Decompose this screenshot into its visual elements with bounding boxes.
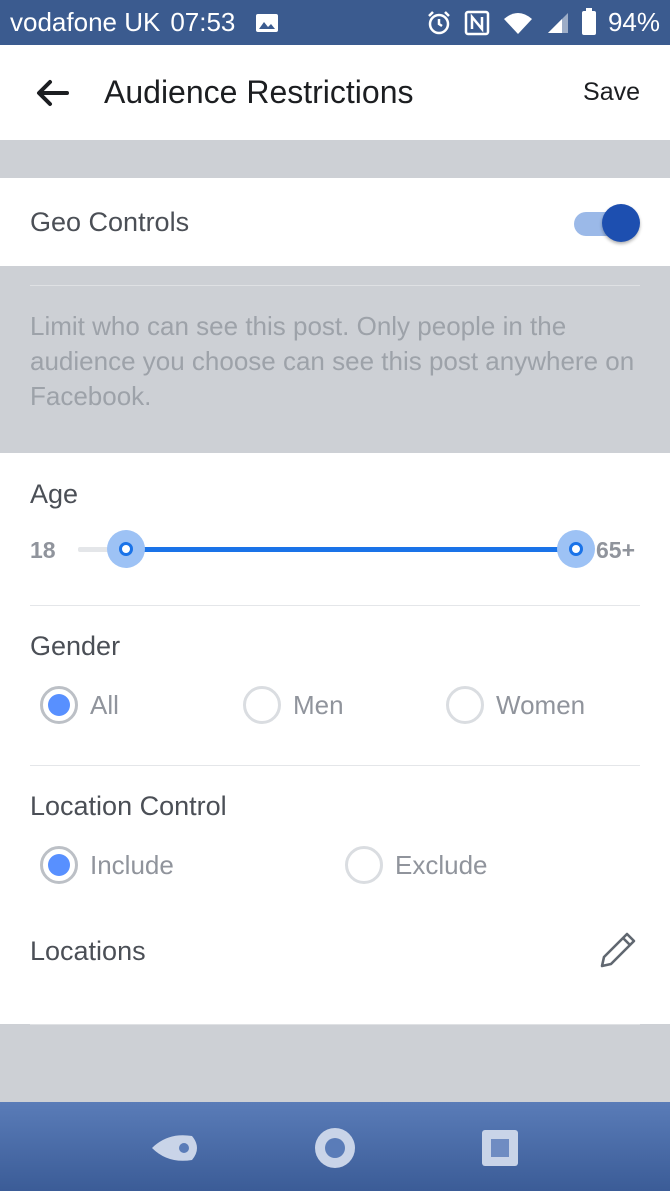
nav-home-button[interactable]	[309, 1124, 361, 1172]
gender-option-all[interactable]: All	[40, 686, 119, 724]
pencil-icon	[600, 932, 636, 968]
locations-label: Locations	[30, 936, 146, 966]
radio-circle	[446, 686, 484, 724]
save-button[interactable]: Save	[583, 78, 640, 107]
home-icon	[315, 1128, 355, 1168]
arrow-left-icon	[37, 79, 69, 106]
recents-icon	[482, 1130, 518, 1166]
divider	[30, 605, 640, 606]
geo-description: Limit who can see this post. Only people…	[30, 311, 635, 411]
divider	[30, 1024, 640, 1025]
bottom-panel	[0, 1024, 670, 1102]
age-min-thumb[interactable]	[107, 530, 145, 568]
audience-settings: Age 18 65+ Gender All Men Women Location…	[0, 453, 670, 1024]
toggle-knob	[602, 204, 640, 242]
location-option-exclude[interactable]: Exclude	[345, 846, 488, 884]
battery-icon	[581, 7, 596, 35]
location-option-include[interactable]: Include	[40, 846, 174, 884]
status-bar: vodafone UK 07:53 94%	[0, 0, 670, 45]
gender-label: Gender	[30, 631, 121, 661]
radio-circle	[345, 846, 383, 884]
gender-option-women[interactable]: Women	[446, 686, 585, 724]
gender-option-label: Men	[293, 689, 344, 720]
age-min-label: 18	[30, 537, 56, 563]
geo-controls-row: Geo Controls	[0, 178, 670, 266]
wifi-icon	[502, 10, 534, 36]
edit-locations-button[interactable]	[596, 928, 640, 972]
geo-controls-toggle[interactable]	[572, 202, 640, 242]
location-option-label: Exclude	[395, 849, 488, 880]
alarm-icon	[426, 10, 452, 36]
divider	[30, 285, 640, 286]
gender-option-label: All	[90, 689, 119, 720]
age-max-label: 65+	[596, 537, 636, 563]
battery-percent: 94%	[607, 7, 660, 37]
radio-circle	[243, 686, 281, 724]
gender-radio-group: All Men Women	[0, 686, 670, 736]
divider	[30, 765, 640, 766]
status-time: 07:53	[170, 7, 236, 37]
system-nav-bar	[0, 1102, 670, 1191]
radio-circle	[40, 846, 78, 884]
age-max-thumb[interactable]	[557, 530, 595, 568]
back-icon	[152, 1135, 197, 1161]
carrier-name: vodafone UK	[10, 7, 161, 37]
signal-icon	[546, 11, 570, 35]
location-option-label: Include	[90, 849, 174, 880]
nav-back-button[interactable]	[148, 1124, 200, 1172]
back-button[interactable]	[22, 63, 82, 123]
image-icon	[255, 13, 279, 33]
section-gap	[0, 140, 670, 178]
nav-recents-button[interactable]	[474, 1124, 526, 1172]
radio-circle	[40, 686, 78, 724]
age-slider-track[interactable]	[126, 547, 576, 552]
geo-info-panel: Limit who can see this post. Only people…	[0, 266, 670, 453]
gender-option-men[interactable]: Men	[243, 686, 344, 724]
app-header: Audience Restrictions Save	[0, 45, 670, 140]
age-label: Age	[30, 479, 79, 509]
nfc-icon	[464, 10, 490, 36]
location-control-label: Location Control	[30, 791, 227, 821]
location-control-radio-group: Include Exclude	[0, 846, 670, 896]
page-title: Audience Restrictions	[104, 74, 414, 110]
gender-option-label: Women	[496, 689, 586, 720]
geo-controls-label: Geo Controls	[30, 206, 190, 237]
